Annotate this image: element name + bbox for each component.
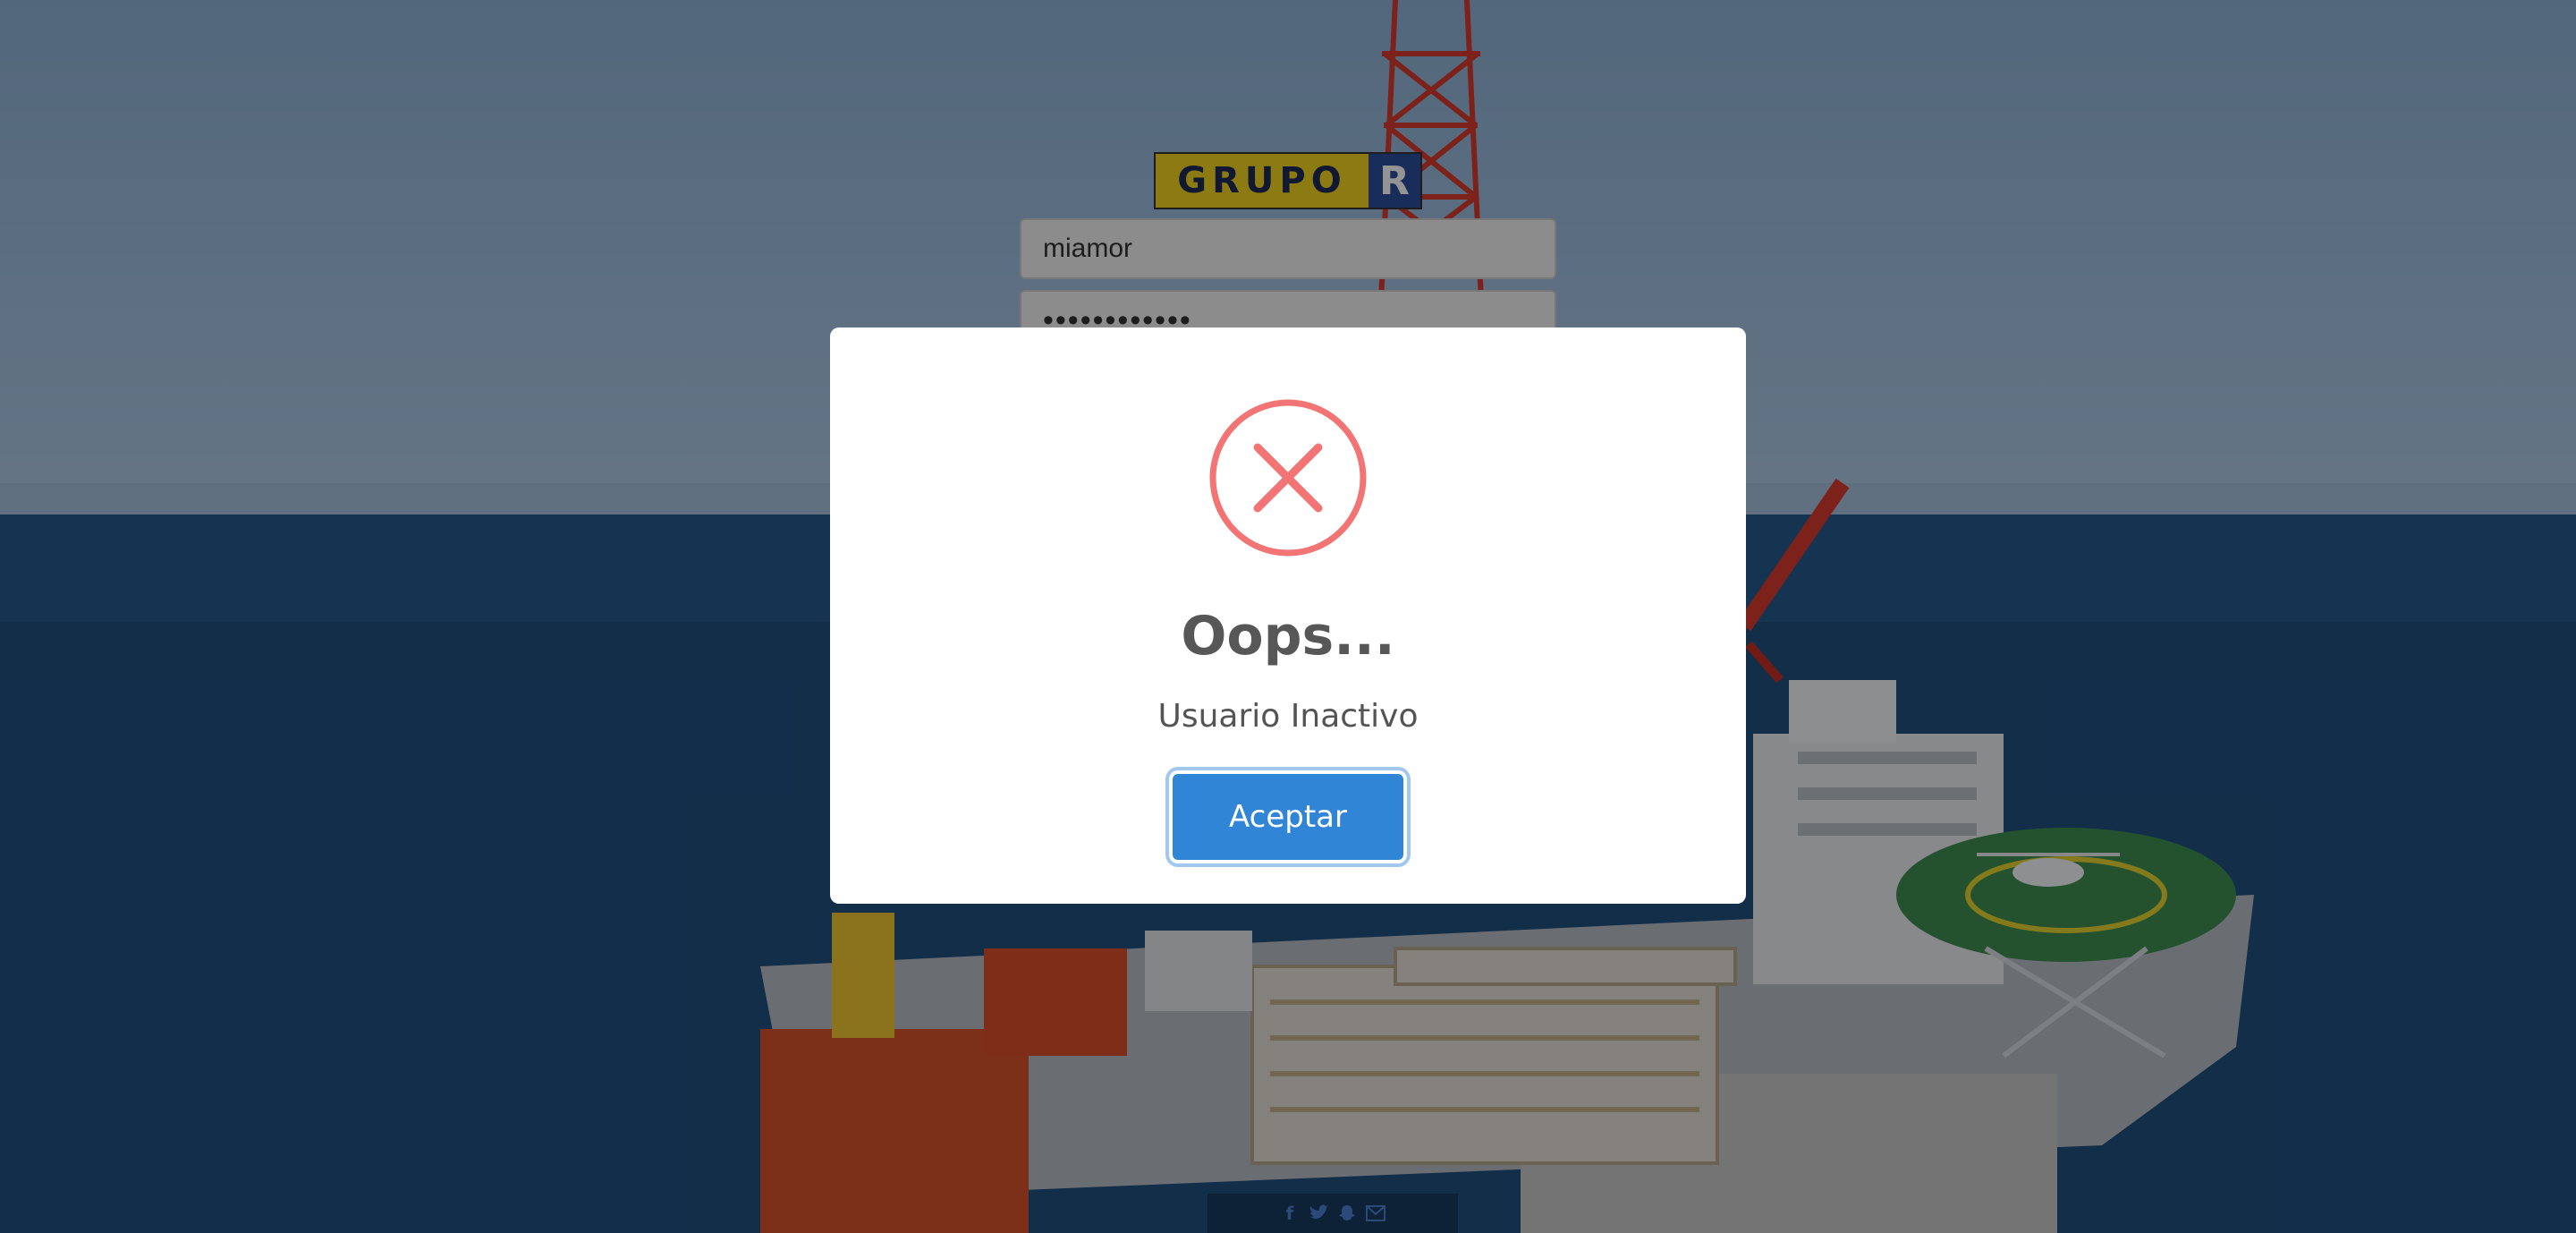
error-alert-dialog: Oops... Usuario Inactivo Aceptar — [830, 327, 1746, 904]
dialog-title: Oops... — [1181, 605, 1395, 668]
dialog-message: Usuario Inactivo — [1157, 698, 1419, 735]
error-x-icon — [1209, 399, 1367, 557]
accept-button[interactable]: Aceptar — [1173, 774, 1403, 860]
